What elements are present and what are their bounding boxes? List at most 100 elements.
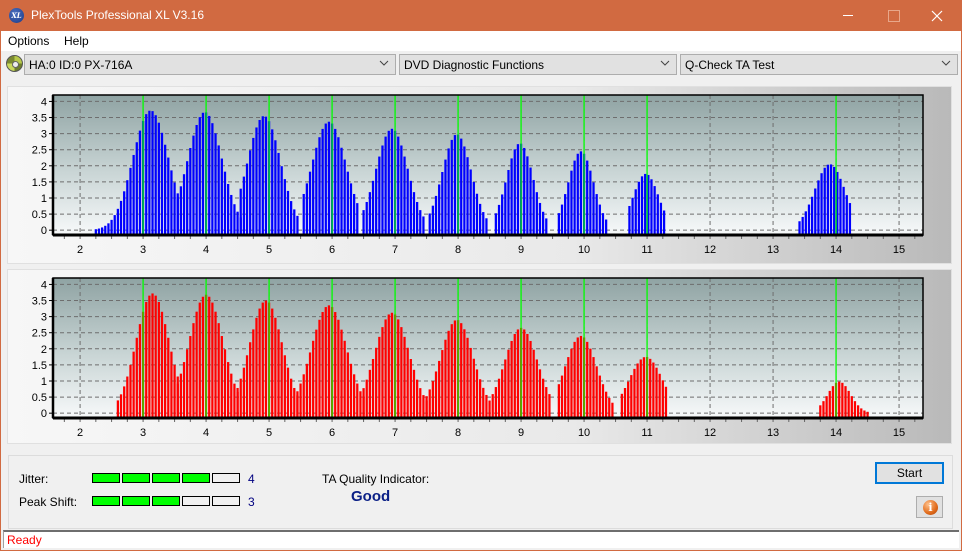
histogram-bar (384, 319, 387, 418)
histogram-bar (535, 192, 538, 235)
peak-shift-meter (92, 496, 242, 506)
histogram-bar (368, 192, 372, 235)
histogram-bar (497, 204, 501, 235)
histogram-bar (475, 369, 479, 418)
histogram-bar (387, 130, 390, 235)
y-tick-label: 2 (41, 161, 47, 173)
histogram-bar (636, 363, 639, 418)
info-button[interactable]: i (916, 496, 943, 518)
histogram-bar (129, 167, 132, 235)
histogram-bar (576, 337, 579, 418)
maximize-button[interactable] (870, 0, 916, 31)
histogram-bar (829, 164, 833, 235)
histogram-bar (167, 337, 170, 418)
histogram-bar (598, 375, 601, 418)
histogram-bar (170, 351, 173, 418)
histogram-bar (167, 157, 170, 235)
jitter-value: 4 (248, 472, 255, 486)
histogram-bar (352, 193, 356, 235)
histogram-bar (653, 186, 656, 235)
histogram-bar (327, 305, 331, 418)
histogram-bar (359, 391, 362, 418)
histogram-bar (293, 387, 296, 418)
histogram-bar (271, 129, 274, 235)
histogram-bar (466, 337, 469, 418)
histogram-bar (623, 388, 627, 418)
histogram-bar (510, 340, 513, 418)
ta-quality-value: Good (351, 488, 391, 505)
histogram-bar (513, 333, 516, 418)
histogram-bar (640, 176, 644, 235)
histogram-bar (828, 390, 831, 418)
menu-help[interactable]: Help (64, 34, 89, 48)
histogram-bar (601, 384, 605, 418)
histogram-bar (628, 205, 631, 235)
histogram-bar (312, 340, 315, 418)
histogram-bar (362, 210, 365, 235)
start-button[interactable]: Start (875, 462, 944, 484)
histogram-bar (513, 149, 516, 235)
histogram-bar (343, 340, 346, 418)
x-tick-label: 12 (704, 427, 716, 439)
histogram-bar (428, 389, 431, 418)
histogram-bar (557, 213, 561, 235)
histogram-bar (286, 367, 290, 418)
histogram-bar (845, 195, 848, 235)
histogram-bar (649, 358, 652, 418)
histogram-bar (289, 378, 293, 418)
histogram-bar (450, 139, 453, 235)
x-tick-label: 5 (266, 244, 272, 256)
window-title: PlexTools Professional XL V3.16 (31, 8, 204, 22)
drive-select[interactable]: HA:0 ID:0 PX-716A (24, 54, 396, 75)
histogram-bar (356, 203, 359, 235)
histogram-bar (501, 194, 504, 235)
histogram-bar (245, 163, 249, 235)
histogram-bar (532, 349, 535, 418)
menu-options[interactable]: Options (8, 34, 49, 48)
histogram-bar (447, 330, 450, 418)
histogram-bar (365, 379, 368, 418)
histogram-bar (324, 307, 327, 418)
histogram-bar (631, 197, 634, 235)
histogram-bar (371, 180, 375, 235)
histogram-bar (604, 391, 608, 418)
minimize-button[interactable] (825, 0, 871, 31)
histogram-bar (642, 357, 646, 418)
histogram-bar (384, 136, 387, 235)
histogram-bar (160, 311, 164, 418)
x-tick-label: 2 (77, 244, 83, 256)
histogram-bar (482, 212, 485, 235)
x-tick-label: 7 (392, 427, 398, 439)
histogram-bar (249, 150, 252, 235)
function-select[interactable]: DVD Diagnostic Functions (399, 54, 677, 75)
meter-segment (92, 473, 120, 483)
histogram-bar (255, 317, 258, 418)
histogram-bar (397, 136, 400, 235)
histogram-bar (220, 336, 223, 418)
close-button[interactable] (914, 0, 960, 31)
histogram-bar (214, 133, 217, 235)
x-tick-label: 4 (203, 244, 209, 256)
histogram-bar (431, 381, 435, 418)
histogram-bar (148, 295, 151, 418)
histogram-bar (170, 170, 173, 235)
histogram-bar (302, 374, 305, 418)
histogram-bar (110, 219, 113, 235)
histogram-bar (633, 368, 636, 418)
histogram-bar (252, 329, 255, 418)
histogram-bar (469, 169, 472, 235)
meter-segment (122, 473, 150, 483)
histogram-bar (469, 347, 472, 418)
histogram-bar (286, 190, 290, 235)
histogram-bar (841, 382, 844, 418)
histogram-bar (258, 308, 261, 418)
histogram-bar (264, 116, 268, 235)
histogram-bar (324, 123, 327, 235)
histogram-bar (132, 351, 135, 418)
x-tick-label: 3 (140, 427, 146, 439)
histogram-bar (334, 128, 337, 235)
histogram-bar (507, 349, 510, 418)
status-text: Ready (7, 533, 42, 547)
histogram-bar (406, 168, 409, 235)
test-select[interactable]: Q-Check TA Test (680, 54, 958, 75)
